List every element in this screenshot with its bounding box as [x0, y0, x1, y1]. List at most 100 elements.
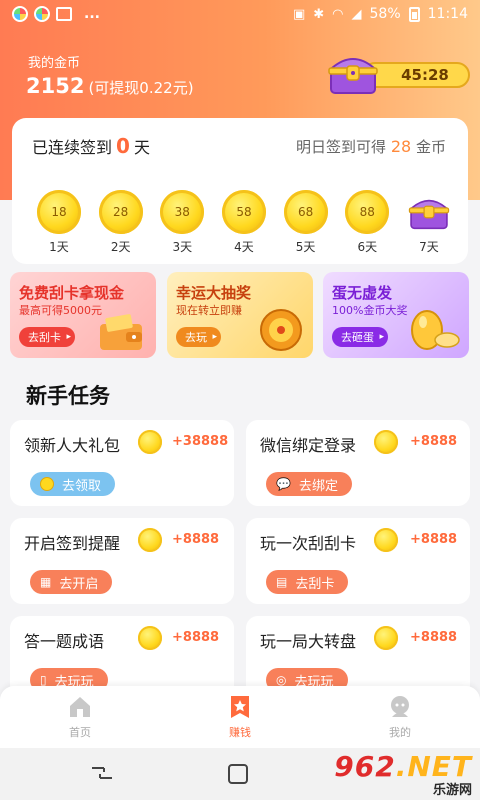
enable-reminder-button[interactable]: ▦ 去开启 — [30, 570, 113, 594]
clock: 11:14 — [427, 6, 468, 22]
task-card-sign-reminder: 开启签到提醒 +8888 ▦ 去开启 — [10, 518, 234, 604]
recent-apps-icon[interactable] — [90, 764, 114, 782]
watermark-num: 962 — [334, 750, 396, 783]
golden-egg-icon — [411, 310, 460, 350]
shopping-bag-icon — [56, 7, 72, 21]
nav-earn[interactable]: 赚钱 — [160, 686, 320, 748]
promo-subtitle: 现在转立即赚 — [176, 304, 242, 317]
day-label: 3天 — [172, 240, 193, 254]
day-label: 6天 — [357, 240, 378, 254]
coin-icon: 88 — [345, 190, 390, 234]
tomorrow-prefix: 明日签到可得 — [296, 138, 387, 156]
sign-day-1[interactable]: 18 1天 — [34, 190, 84, 255]
app-notification-icon — [12, 6, 28, 22]
lucky-draw-promo[interactable]: 幸运大抽奖 现在转立即赚 去玩 — [167, 272, 313, 358]
smash-egg-button[interactable]: 去砸蛋 — [332, 327, 388, 347]
promo-title: 蛋无虚发 — [332, 284, 393, 302]
day-label: 5天 — [295, 240, 316, 254]
earn-icon — [231, 696, 249, 718]
task-name: 玩一局大转盘 — [260, 632, 357, 651]
nav-home[interactable]: 首页 — [0, 686, 160, 748]
sign-day-7[interactable]: 7天 — [404, 190, 454, 255]
scratch-card-promo[interactable]: 免费刮卡拿现金 最高可得5000元 去刮卡 — [10, 272, 156, 358]
streak-suffix: 天 — [133, 138, 150, 157]
system-nav-bar: 962.NET 乐游网 — [0, 748, 480, 800]
coin-balance: 2152 (可提现0.22元) — [26, 74, 194, 98]
coin-icon: 68 — [283, 190, 328, 234]
task-card-scratch-card: 玩一次刮刮卡 +8888 ▤ 去刮卡 — [246, 518, 470, 604]
app-notification-icon — [34, 6, 50, 22]
sign-streak: 已连续签到 0 天 — [32, 134, 150, 158]
task-name: 开启签到提醒 — [24, 534, 121, 553]
treasure-chest-icon — [328, 58, 378, 94]
calendar-icon: ▦ — [40, 575, 52, 589]
status-right: ▣ ✱ ◠ ◢ 58% 11:14 — [293, 6, 468, 22]
treasure-chest-timer[interactable]: 45:28 — [326, 50, 472, 98]
sign-days-row: 18 1天 28 2天 38 3天 58 4天 68 5天 88 6天 7天 — [34, 190, 454, 255]
newbie-tasks-title: 新手任务 — [26, 384, 110, 408]
coin-icon: 28 — [98, 190, 143, 234]
scratch-task-button[interactable]: ▤ 去刮卡 — [266, 570, 349, 594]
watermark-sub: 乐游网 — [432, 783, 472, 798]
promo-subtitle: 100%金币大奖 — [332, 304, 408, 317]
task-reward: +38888 — [172, 434, 229, 449]
task-name: 领新人大礼包 — [24, 436, 121, 455]
day-label: 7天 — [419, 240, 439, 254]
coin-icon — [374, 528, 398, 552]
bind-wechat-button[interactable]: 💬 去绑定 — [266, 472, 352, 496]
lock-icon: ▣ — [292, 6, 306, 22]
wechat-icon: 💬 — [276, 477, 291, 491]
task-card-newbie-gift: 领新人大礼包 +38888 去领取 — [10, 420, 234, 506]
wallet-icon — [100, 314, 142, 350]
scratch-card-button[interactable]: 去刮卡 — [19, 327, 75, 347]
nav-label: 首页 — [69, 726, 91, 739]
coin-icon: 18 — [37, 190, 81, 234]
task-reward: +8888 — [410, 630, 458, 645]
task-name: 答一题成语 — [24, 632, 105, 651]
task-reward: +8888 — [172, 630, 220, 645]
task-name: 玩一次刮刮卡 — [260, 534, 357, 553]
promo-title: 幸运大抽奖 — [176, 284, 252, 302]
watermark: 962.NET 乐游网 — [334, 750, 472, 798]
tomorrow-amount: 28 — [390, 137, 412, 156]
task-button-label: 去开启 — [59, 576, 99, 592]
day-label: 1天 — [49, 240, 69, 254]
promo-subtitle: 最高可得5000元 — [19, 304, 102, 317]
coin-icon — [138, 626, 162, 650]
wheel-icon: ◎ — [276, 673, 287, 687]
day-label: 4天 — [234, 240, 254, 254]
coin-amount: 2152 — [26, 74, 85, 98]
smash-egg-promo[interactable]: 蛋无虚发 100%金币大奖 去砸蛋 — [323, 272, 469, 358]
tomorrow-suffix: 金币 — [415, 138, 446, 156]
sign-day-2[interactable]: 28 2天 — [96, 190, 146, 255]
sign-day-5[interactable]: 68 5天 — [281, 190, 331, 255]
task-card-wechat-bind: 微信绑定登录 +8888 💬 去绑定 — [246, 420, 470, 506]
sign-in-card: 已连续签到 0 天 明日签到可得 28 金币 18 1天 28 2天 38 3天 5… — [12, 118, 468, 264]
coin-icon — [374, 430, 398, 454]
notification-apps: ... — [12, 6, 100, 22]
task-button-label: 去刮卡 — [295, 576, 335, 592]
claim-gift-button[interactable]: 去领取 — [30, 472, 116, 496]
tomorrow-reward: 明日签到可得 28 金币 — [296, 136, 446, 157]
home-button[interactable] — [228, 764, 248, 784]
bottom-nav: 首页 赚钱 我的 — [0, 686, 480, 748]
battery-icon — [408, 6, 420, 22]
task-reward: +8888 — [172, 532, 220, 547]
scratch-icon: ▤ — [276, 575, 288, 589]
task-reward: +8888 — [410, 532, 458, 547]
coin-icon — [138, 430, 162, 454]
more-notifications: ... — [84, 6, 100, 22]
task-button-label: 去领取 — [62, 478, 102, 494]
nav-profile[interactable]: 我的 — [320, 686, 480, 748]
profile-icon — [391, 696, 409, 717]
prize-wheel-icon — [260, 309, 302, 351]
coin-icon — [138, 528, 162, 552]
sign-day-4[interactable]: 58 4天 — [219, 190, 269, 255]
sign-day-3[interactable]: 38 3天 — [157, 190, 207, 255]
lucky-draw-button[interactable]: 去玩 — [176, 327, 221, 347]
bluetooth-icon: ✱ — [313, 6, 325, 22]
nav-label: 我的 — [389, 726, 411, 739]
sign-day-6[interactable]: 88 6天 — [342, 190, 392, 255]
status-bar: ... ▣ ✱ ◠ ◢ 58% 11:14 — [0, 0, 480, 28]
my-coins-label: 我的金币 — [28, 56, 81, 71]
